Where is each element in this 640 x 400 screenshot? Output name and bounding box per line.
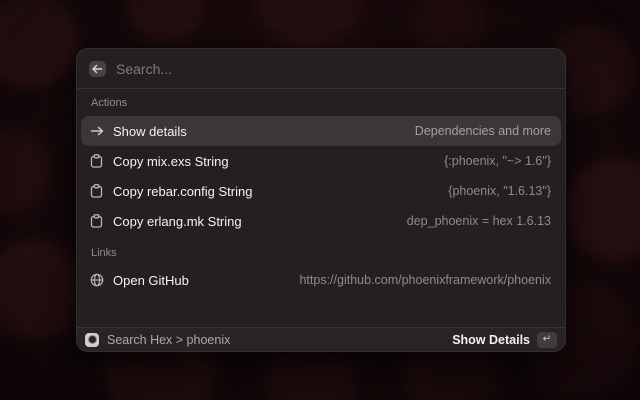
breadcrumb: Search Hex > phoenix — [107, 333, 230, 347]
search-bar — [77, 49, 565, 88]
list-item-label: Show details — [113, 124, 187, 139]
list-item-hint: {:phoenix, "~> 1.6"} — [444, 154, 551, 168]
list-item-show-details[interactable]: Show details Dependencies and more — [81, 116, 561, 146]
list-item-label: Open GitHub — [113, 273, 189, 288]
list-item-label: Copy rebar.config String — [113, 184, 252, 199]
show-details-action-button[interactable]: Show Details — [452, 333, 530, 347]
list-item-label: Copy mix.exs String — [113, 154, 229, 169]
back-arrow-icon — [92, 64, 103, 74]
globe-icon — [89, 273, 104, 288]
list-item-open-github[interactable]: Open GitHub https://github.com/phoenixfr… — [81, 265, 561, 295]
section-header-actions: Actions — [91, 97, 551, 110]
list-item-hint: dep_phoenix = hex 1.6.13 — [407, 214, 551, 228]
clipboard-icon — [89, 184, 104, 199]
status-bar: Search Hex > phoenix Show Details ↵ — [77, 327, 565, 351]
back-button[interactable] — [89, 61, 106, 77]
list-item-copy-mix-exs[interactable]: Copy mix.exs String {:phoenix, "~> 1.6"} — [81, 146, 561, 176]
list-item-hint: Dependencies and more — [415, 124, 551, 138]
return-key-icon: ↵ — [537, 332, 557, 348]
list-item-copy-erlang-mk[interactable]: Copy erlang.mk String dep_phoenix = hex … — [81, 206, 561, 236]
clipboard-icon — [89, 154, 104, 169]
clipboard-icon — [89, 214, 104, 229]
section-header-links: Links — [91, 247, 551, 260]
search-input[interactable] — [116, 61, 553, 77]
arrow-right-icon — [89, 124, 104, 139]
list-item-hint: {phoenix, "1.6.13"} — [448, 184, 551, 198]
hex-extension-icon — [85, 333, 99, 347]
list-item-copy-rebar-config[interactable]: Copy rebar.config String {phoenix, "1.6.… — [81, 176, 561, 206]
list-item-label: Copy erlang.mk String — [113, 214, 242, 229]
results-list: Actions Show details Dependencies and mo… — [77, 89, 565, 327]
command-palette-window: Actions Show details Dependencies and mo… — [76, 48, 566, 352]
list-item-hint: https://github.com/phoenixframework/phoe… — [299, 273, 551, 287]
